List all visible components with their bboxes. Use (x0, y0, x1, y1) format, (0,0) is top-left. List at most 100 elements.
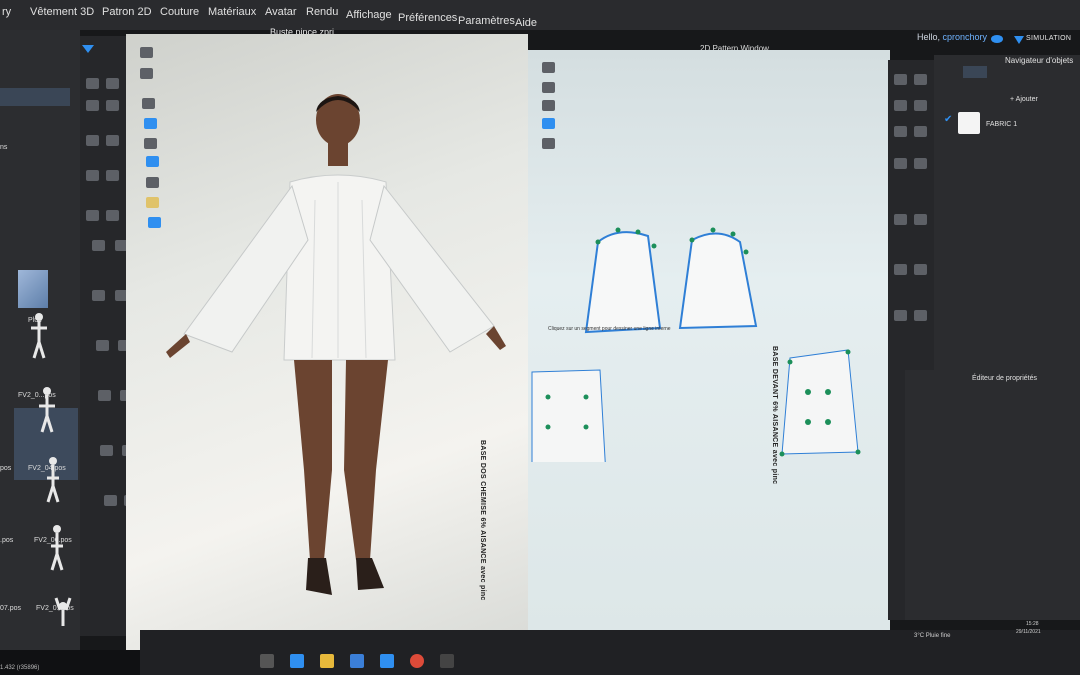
pattern-tool-icon[interactable] (542, 100, 555, 111)
fabric-name[interactable]: FABRIC 1 (986, 121, 1017, 128)
arrow-down-icon[interactable] (82, 42, 94, 54)
version-status: 1.432 (r35896) (0, 665, 40, 671)
clock-time[interactable]: 15:28 (1026, 621, 1039, 627)
viewport-tool-icon[interactable] (142, 98, 155, 109)
2d-tool-icon[interactable] (894, 126, 907, 137)
2d-tool-icon[interactable] (914, 126, 927, 137)
pattern-tool-icon[interactable] (542, 82, 555, 93)
2d-tool-icon[interactable] (914, 214, 927, 225)
viewport-tool-icon[interactable] (140, 47, 153, 58)
front-piece-label: BASE DEVANT 6% AISANCE avec pinc (771, 346, 778, 485)
viewport-tool-icon[interactable] (144, 138, 157, 149)
menu-item-couture[interactable]: Couture (160, 6, 199, 18)
left-partial-07pos: 07.pos (0, 605, 22, 612)
tool-icon[interactable] (96, 340, 109, 351)
cloud-icon[interactable] (990, 33, 1004, 43)
tool-icon[interactable] (104, 495, 117, 506)
2d-tool-icon[interactable] (914, 264, 927, 275)
tool-icon[interactable] (92, 240, 105, 251)
menu-item-patron2d[interactable]: Patron 2D (102, 6, 152, 18)
pose-figure-icon[interactable] (52, 594, 74, 634)
pose-figure-icon[interactable] (42, 456, 64, 504)
viewport-tool-icon[interactable] (146, 177, 159, 188)
clock-date[interactable]: 29/11/2021 (1016, 629, 1041, 635)
back-piece (531, 369, 606, 462)
pose-figure-icon[interactable] (36, 386, 58, 434)
tool-icon[interactable] (98, 390, 111, 401)
tool-icon[interactable] (106, 135, 119, 146)
user-greeting[interactable]: Hello, cpronchory (917, 32, 987, 42)
menu-item-aide[interactable]: Aide (515, 17, 537, 29)
object-navigator-title: Navigateur d'objets (1005, 56, 1074, 65)
2d-tool-icon[interactable] (894, 100, 907, 111)
2d-tool-icon[interactable] (914, 74, 927, 85)
pattern-tool-icon[interactable] (542, 62, 555, 73)
2d-tool-icon[interactable] (894, 74, 907, 85)
2d-tool-icon[interactable] (894, 158, 907, 169)
pose-figure-icon[interactable] (28, 312, 50, 360)
task-view-icon[interactable] (260, 654, 274, 668)
menu-item-preferences[interactable]: Préférences (398, 12, 457, 24)
sleeve-right-piece (678, 232, 758, 330)
2d-tool-icon[interactable] (914, 310, 927, 321)
tool-icon[interactable] (106, 210, 119, 221)
folder-icon[interactable] (320, 654, 334, 668)
tool-icon[interactable] (92, 290, 105, 301)
selected-folder-row[interactable] (0, 88, 70, 106)
avatar-3d[interactable] (160, 90, 520, 610)
tool-icon[interactable] (106, 170, 119, 181)
instruction-hint: Cliquez sur un segment pour dessiner une… (548, 326, 671, 332)
2d-tool-icon[interactable] (914, 158, 927, 169)
2d-tool-icon[interactable] (894, 310, 907, 321)
mail-icon[interactable] (380, 654, 394, 668)
pattern-pieces[interactable] (528, 222, 868, 462)
greeting-prefix: Hello, (917, 32, 941, 42)
tool-icon[interactable] (106, 78, 119, 89)
simulation-icon (1014, 36, 1024, 44)
left-partial-label: ns (0, 144, 8, 151)
menu-item-parametres[interactable]: Paramètres (458, 15, 515, 27)
simulation-button[interactable]: SIMULATION (1026, 35, 1071, 42)
fabric-swatch[interactable] (958, 112, 980, 134)
menu-item-rendu[interactable]: Rendu (306, 6, 338, 18)
username: cpronchory (942, 32, 988, 42)
tool-icon[interactable] (86, 170, 99, 181)
menu-item-avatar[interactable]: Avatar (265, 6, 297, 18)
weather-widget[interactable]: 3°C Pluie fine (914, 633, 950, 639)
menu-item-vetement3d[interactable]: Vêtement 3D (30, 6, 94, 18)
tool-icon[interactable] (86, 100, 99, 111)
viewport-tool-icon[interactable] (146, 156, 159, 167)
property-editor-panel (905, 370, 1080, 620)
pose-figure-icon[interactable] (46, 524, 68, 572)
clo-app-icon[interactable] (440, 654, 454, 668)
2d-tool-icon[interactable] (894, 214, 907, 225)
tool-icon[interactable] (100, 445, 113, 456)
property-editor-title: Éditeur de propriétés (972, 375, 1037, 382)
add-fabric-button[interactable]: + Ajouter (1010, 96, 1038, 103)
object-navigator-panel (934, 55, 1080, 370)
edge-icon[interactable] (290, 654, 304, 668)
store-icon[interactable] (350, 654, 364, 668)
back-piece-label: BASE DOS CHEMISE 6% AISANCE avec pinc (479, 440, 486, 601)
pattern-tool-icon[interactable] (542, 118, 555, 129)
tool-icon[interactable] (86, 135, 99, 146)
folder-thumbnail[interactable] (18, 270, 48, 308)
tool-icon[interactable] (86, 78, 99, 89)
menu-item-partial[interactable]: ry (2, 6, 11, 18)
menu-item-affichage[interactable]: Affichage (346, 9, 392, 21)
left-partial-pos2: .pos (0, 537, 14, 544)
2d-tool-icon[interactable] (914, 100, 927, 111)
sleeve-left-piece (584, 231, 662, 334)
chrome-icon[interactable] (410, 654, 424, 668)
lightbulb-icon[interactable] (146, 197, 159, 208)
pattern-tool-icon[interactable] (542, 138, 555, 149)
2d-tool-icon[interactable] (894, 264, 907, 275)
menu-item-materiaux[interactable]: Matériaux (208, 6, 256, 18)
tool-icon[interactable] (86, 210, 99, 221)
checkmark-icon[interactable]: ✔ (944, 114, 952, 125)
viewport-tool-icon[interactable] (140, 68, 153, 79)
fabric-tab[interactable] (963, 66, 987, 78)
tool-icon[interactable] (106, 100, 119, 111)
left-partial-pos: pos (0, 465, 12, 472)
viewport-tool-icon[interactable] (144, 118, 157, 129)
